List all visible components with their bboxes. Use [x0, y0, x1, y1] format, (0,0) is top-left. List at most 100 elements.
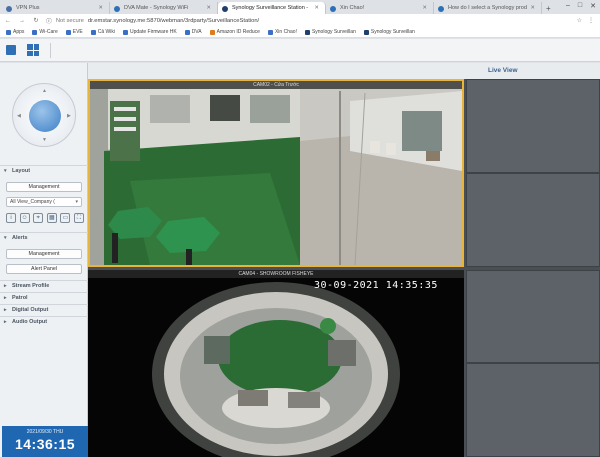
close-icon[interactable]: ✕: [203, 5, 211, 11]
browser-tab-surveillance[interactable]: Synology Surveillance Station - ✕: [218, 2, 326, 14]
new-tab-icon[interactable]: +: [542, 4, 555, 14]
empty-camera-pane[interactable]: [466, 173, 600, 267]
chevron-down-icon: ▾: [75, 199, 78, 205]
camera-title: CAM04 - SHOWROOM FISHEYE: [88, 270, 464, 278]
expand-icon: ▸: [4, 306, 7, 313]
audio-output-section[interactable]: ▸ Audio Output: [0, 316, 88, 326]
system-clock: 2021/09/30 THU 14:36:15: [2, 426, 88, 457]
bookmark-label: Update Firmware HK: [130, 29, 177, 35]
camera-image: [88, 270, 464, 457]
camera-feed-front-door[interactable]: CAM02 - Cửa Trước: [88, 79, 464, 267]
tab-label: VPN Plus: [16, 5, 40, 11]
back-icon[interactable]: ←: [4, 18, 12, 24]
info-icon[interactable]: i: [6, 213, 16, 223]
extensions-icon[interactable]: ⋮: [588, 17, 594, 24]
page-title: Live View: [488, 67, 518, 74]
maximize-icon[interactable]: □: [578, 2, 582, 10]
location-icon[interactable]: ⌖: [33, 213, 44, 223]
section-label: Alerts: [12, 234, 28, 241]
ptz-center-button[interactable]: [29, 100, 61, 132]
ptz-up-icon[interactable]: ▲: [42, 88, 47, 94]
ptz-right-icon[interactable]: ▶: [67, 113, 71, 119]
browser-tab-strip: VPN Plus ✕ DVA Mate - Synology WiFi ✕ Syno…: [0, 0, 600, 14]
ptz-left-icon[interactable]: ◀: [17, 113, 21, 119]
layout-section-header[interactable]: ▾ Layout: [0, 165, 88, 175]
tab-label: Xin Chao!: [340, 5, 365, 11]
tab-label: How do I select a Synology prod: [448, 5, 527, 11]
bookmark-item[interactable]: Apps: [6, 29, 24, 35]
stream-profile-section[interactable]: ▸ Stream Profile: [0, 280, 88, 290]
layout-management-button[interactable]: Management: [6, 182, 82, 192]
browser-tab-vpn[interactable]: VPN Plus ✕: [2, 2, 110, 14]
reload-icon[interactable]: ↻: [32, 17, 40, 24]
browser-tab-howto[interactable]: How do I select a Synology prod ✕: [434, 2, 542, 14]
bookmark-label: DVA: [191, 29, 202, 35]
empty-camera-pane[interactable]: [466, 270, 600, 363]
close-icon[interactable]: ✕: [419, 5, 427, 11]
main-menu-grid-icon[interactable]: [26, 43, 40, 57]
surveillance-icon: [363, 29, 369, 35]
layout-icon[interactable]: ▭: [60, 213, 71, 223]
view-select-value: All View_Company (: [10, 199, 55, 205]
bookmark-item[interactable]: Cả Wiki: [90, 29, 115, 35]
person-icon[interactable]: ☺: [19, 213, 30, 223]
url-field[interactable]: ⓘ Not secure dr.emstar.synology.me:5870/…: [46, 16, 571, 26]
vpn-favicon-icon: [6, 5, 12, 12]
minimize-icon[interactable]: –: [566, 2, 570, 10]
layout-tool-icons: i ☺ ⌖ ▦ ▭ ⛶: [6, 213, 84, 223]
browser-tab-dva[interactable]: DVA Mate - Synology WiFi ✕: [110, 2, 218, 14]
bookmark-label: Xin Chao!: [274, 29, 297, 35]
surveillance-icon: [304, 29, 310, 35]
map-icon[interactable]: ▦: [46, 213, 57, 223]
bookmark-label: Synology Surveillan: [370, 29, 415, 35]
section-label: Layout: [12, 167, 31, 174]
bookmark-label: Cả Wiki: [97, 29, 115, 35]
close-icon[interactable]: ✕: [527, 5, 535, 11]
synology-favicon-icon: [114, 5, 120, 12]
close-icon[interactable]: ✕: [95, 5, 103, 11]
bookmark-icon: [90, 29, 96, 35]
forward-icon[interactable]: →: [18, 18, 26, 24]
ptz-down-icon[interactable]: ▼: [42, 137, 47, 143]
surveillance-logo-icon[interactable]: [6, 45, 16, 55]
bookmark-item[interactable]: Wi-Care: [32, 29, 58, 35]
bookmark-item[interactable]: EVE: [65, 29, 83, 35]
empty-camera-pane[interactable]: [466, 79, 600, 173]
bookmark-label: Wi-Care: [39, 29, 58, 35]
bookmark-icon: [65, 29, 71, 35]
empty-camera-pane[interactable]: [466, 363, 600, 457]
camera-image: [90, 81, 462, 265]
patrol-section[interactable]: ▸ Patrol: [0, 292, 88, 302]
bookmarks-bar: Apps Wi-Care EVE Cả Wiki Update Firmware…: [0, 27, 600, 38]
bookmark-label: Synology Surveillan: [311, 29, 356, 35]
bookmark-item[interactable]: DVA: [184, 29, 202, 35]
browser-tab-xinchao[interactable]: Xin Chao! ✕: [326, 2, 434, 14]
alert-panel-button[interactable]: Alert Panel: [6, 264, 82, 274]
address-bar: ← → ↻ ⓘ Not secure dr.emstar.synology.me…: [0, 14, 600, 27]
bookmark-item[interactable]: Synology Surveillan: [304, 29, 356, 35]
digital-output-section[interactable]: ▸ Digital Output: [0, 304, 88, 314]
ptz-controller[interactable]: ▲ ▼ ◀ ▶: [12, 83, 76, 147]
expand-icon: ▸: [4, 318, 7, 325]
bookmark-icon: [184, 29, 190, 35]
camera-timestamp-overlay: 30-09-2021 14:35:35: [314, 280, 438, 291]
close-icon[interactable]: ✕: [311, 5, 319, 11]
bookmark-item[interactable]: Amazon ID Reduce: [209, 29, 260, 35]
bookmark-item[interactable]: Update Firmware HK: [123, 29, 177, 35]
view-select[interactable]: All View_Company ( ▾: [6, 197, 82, 207]
alerts-section-header[interactable]: ▾ Alerts: [0, 232, 88, 242]
window-close-icon[interactable]: ✕: [590, 2, 596, 10]
bookmark-item[interactable]: Xin Chao!: [267, 29, 297, 35]
security-label: Not secure: [55, 17, 84, 24]
surveillance-toolbar: [0, 39, 600, 62]
bookmark-label: Apps: [13, 29, 25, 35]
url-text: dr.emstar.synology.me:5870/webman/3rdpar…: [87, 17, 260, 24]
alerts-management-button[interactable]: Management: [6, 249, 82, 259]
bookmark-label: Amazon ID Reduce: [216, 29, 260, 35]
clock-time: 14:36:15: [14, 436, 76, 452]
bookmark-label: EVE: [72, 29, 83, 35]
bookmark-item[interactable]: Synology Surveillan: [363, 29, 415, 35]
camera-feed-showroom-fisheye[interactable]: CAM04 - SHOWROOM FISHEYE 30-09-2021 14:3…: [88, 270, 464, 457]
fullscreen-icon[interactable]: ⛶: [73, 213, 84, 223]
star-icon[interactable]: ☆: [577, 17, 582, 24]
